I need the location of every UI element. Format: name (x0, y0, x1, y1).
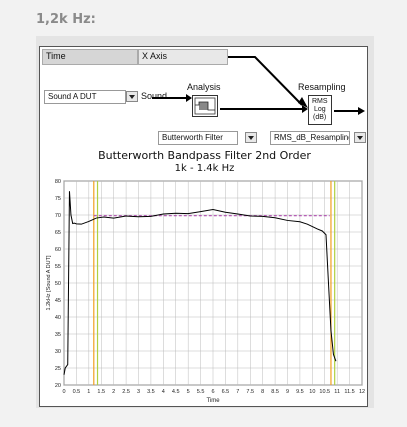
x-tick-label: 7.5 (246, 389, 254, 395)
y-tick-label: 45 (55, 298, 61, 304)
x-tick-label: 4 (162, 389, 165, 395)
resampling-select[interactable]: RMS_dB_Resampling (270, 131, 350, 145)
x-tick-label: 9 (286, 389, 289, 395)
x-tick-label: 3.5 (147, 389, 155, 395)
x-tick-label: 11.5 (344, 389, 354, 395)
x-tick-label: 8.5 (271, 389, 279, 395)
vi-frame: Time X Axis Sound A DUT Sound Analysis R… (39, 46, 368, 407)
y-tick-label: 30 (55, 349, 61, 355)
y-tick-label: 55 (55, 264, 61, 270)
y-tick-label: 60 (55, 247, 61, 253)
x-tick-label: 7 (236, 389, 239, 395)
chevron-down-icon[interactable] (245, 132, 257, 143)
y-tick-label: 65 (55, 230, 61, 236)
x-tick-label: 1 (87, 389, 90, 395)
x-tick-label: 6 (211, 389, 214, 395)
x-tick-label: 1.5 (97, 389, 105, 395)
y-tick-label: 20 (55, 383, 61, 389)
y-axis-label: 1.2kHz [Sound A DUT] (46, 255, 52, 310)
y-tick-label: 40 (55, 315, 61, 321)
x-tick-label: 9.5 (296, 389, 304, 395)
x-tick-label: 12 (359, 389, 365, 395)
filter-select[interactable]: Butterworth Filter (158, 131, 238, 145)
x-tick-label: 11 (334, 389, 340, 395)
rms-chart: 0 0.5 1 1.5 2 2.5 3 3.5 4 4.5 5 5.5 6 6.5 7 7.5 8 8.5 9 9.5… (46, 179, 365, 404)
x-tick-label: 6.5 (222, 389, 230, 395)
x-tick-label: 2.5 (122, 389, 130, 395)
x-tick-label: 8 (261, 389, 264, 395)
x-tick-label: 2 (112, 389, 115, 395)
chevron-down-icon[interactable] (354, 132, 366, 143)
section-heading: 1,2k Hz: (36, 12, 96, 27)
x-tick-label: 4.5 (172, 389, 180, 395)
y-tick-label: 25 (55, 366, 61, 372)
vi-panel: Time X Axis Sound A DUT Sound Analysis R… (36, 36, 374, 408)
chart-title: Butterworth Bandpass Filter 2nd Order (98, 149, 311, 162)
y-tick-label: 75 (55, 196, 61, 202)
x-tick-label: 10 (309, 389, 315, 395)
x-tick-label: 3 (137, 389, 140, 395)
x-tick-label: 10.5 (319, 389, 330, 395)
x-tick-label: 5 (187, 389, 190, 395)
y-tick-label: 70 (55, 213, 61, 219)
x-axis-label: Time (206, 398, 220, 404)
x-tick-label: 5.5 (197, 389, 205, 395)
y-tick-label: 50 (55, 281, 61, 287)
y-tick-label: 80 (55, 179, 61, 185)
y-tick-label: 35 (55, 332, 61, 338)
x-tick-label: 0 (62, 389, 65, 395)
x-tick-label: 0.5 (73, 389, 81, 395)
